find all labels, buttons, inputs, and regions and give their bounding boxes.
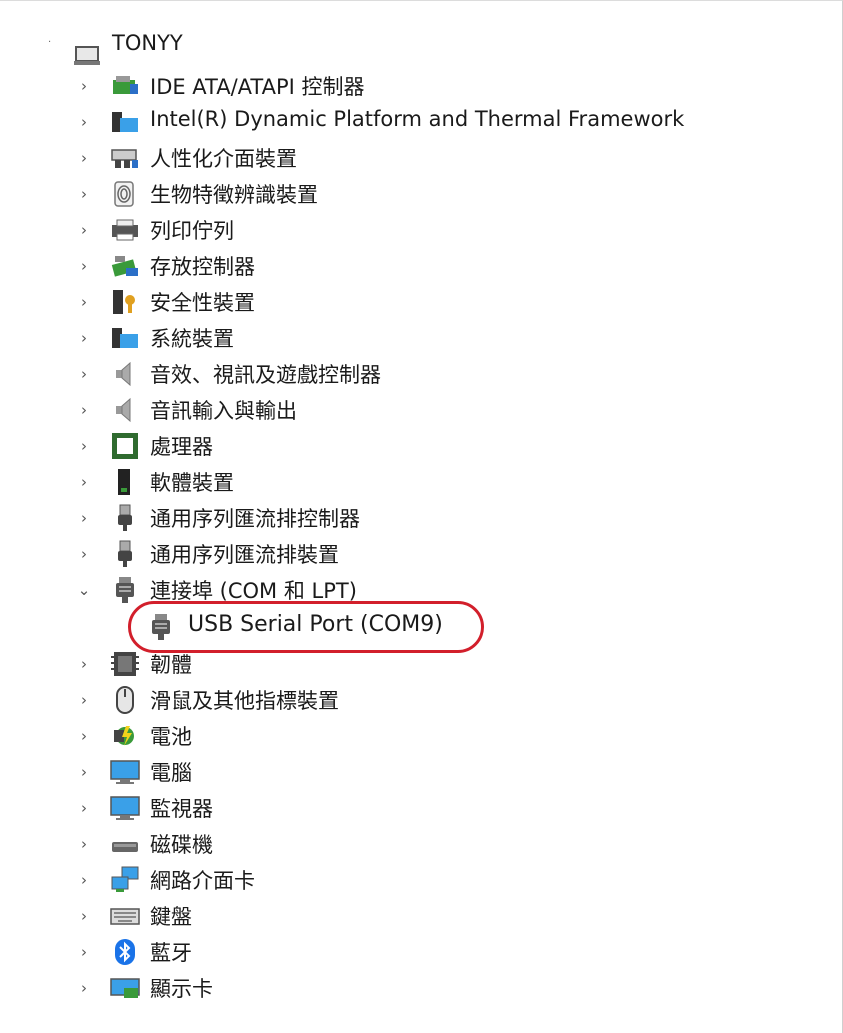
expand-chevron-icon[interactable]: › <box>74 256 94 276</box>
system-folder-icon <box>110 324 140 352</box>
port-connector-icon <box>146 613 176 641</box>
display-adapter-icon <box>110 974 140 1002</box>
tree-item-label: 韌體 <box>150 653 192 677</box>
tree-item-label: IDE ATA/ATAPI 控制器 <box>150 75 365 99</box>
ide-controller-icon <box>110 72 140 100</box>
expand-chevron-icon[interactable]: › <box>74 834 94 854</box>
tree-item-label: 系統裝置 <box>150 327 234 351</box>
expand-chevron-icon[interactable]: › <box>74 436 94 456</box>
expand-chevron-icon[interactable]: › <box>74 292 94 312</box>
hid-device-icon <box>110 144 140 172</box>
tree-item-label: 監視器 <box>150 797 213 821</box>
tree-root-label: TONYY <box>112 31 183 55</box>
expand-chevron-icon[interactable]: › <box>74 364 94 384</box>
tree-item-label: 鍵盤 <box>150 905 192 929</box>
expand-chevron-icon[interactable]: › <box>74 978 94 998</box>
expand-chevron-icon[interactable]: › <box>74 220 94 240</box>
fingerprint-icon <box>110 180 140 208</box>
expand-chevron-icon[interactable]: › <box>74 762 94 782</box>
tree-item-label: 藍牙 <box>150 941 192 965</box>
monitor-icon <box>110 794 140 822</box>
tree-item-label: 網路介面卡 <box>150 869 255 893</box>
expand-chevron-icon[interactable]: › <box>74 328 94 348</box>
storage-controller-icon <box>110 252 140 280</box>
monitor-icon <box>110 758 140 786</box>
tree-item-label: 安全性裝置 <box>150 291 255 315</box>
expand-chevron-icon[interactable]: › <box>74 400 94 420</box>
tree-item-label: 生物特徵辨識裝置 <box>150 183 318 207</box>
tree-item-label: 通用序列匯流排裝置 <box>150 543 339 567</box>
expand-chevron-icon[interactable]: › <box>74 472 94 492</box>
device-manager-window: · TONYY › IDE ATA/ATAPI 控制器 › Intel(R) D… <box>0 0 843 1033</box>
expand-chevron-icon[interactable]: › <box>74 906 94 926</box>
tree-item-label: 人性化介面裝置 <box>150 147 297 171</box>
expand-chevron-icon[interactable]: › <box>74 690 94 710</box>
tree-item-label: 顯示卡 <box>150 977 213 1001</box>
tree-item-label: 存放控制器 <box>150 255 255 279</box>
disk-drive-icon <box>110 830 140 858</box>
network-adapter-icon <box>110 866 140 894</box>
expand-chevron-icon[interactable]: › <box>74 112 94 132</box>
tree-item-label: 通用序列匯流排控制器 <box>150 507 360 531</box>
expand-chevron-icon[interactable]: › <box>74 544 94 564</box>
speaker-icon <box>110 396 140 424</box>
expand-chevron-icon[interactable]: › <box>74 870 94 890</box>
security-device-icon <box>110 288 140 316</box>
root-dot: · <box>48 37 52 48</box>
device-tree: · TONYY › IDE ATA/ATAPI 控制器 › Intel(R) D… <box>0 1 842 1033</box>
software-device-icon <box>110 468 140 496</box>
tree-item-label: 軟體裝置 <box>150 471 234 495</box>
mouse-icon <box>110 686 140 714</box>
bluetooth-icon <box>110 938 140 966</box>
usb-plug-icon <box>110 540 140 568</box>
printer-icon <box>110 216 140 244</box>
expand-chevron-icon[interactable]: › <box>74 726 94 746</box>
tree-item-label: 音效、視訊及遊戲控制器 <box>150 363 381 387</box>
keyboard-icon <box>110 902 140 930</box>
expand-chevron-icon[interactable]: › <box>74 76 94 96</box>
computer-icon <box>72 41 102 69</box>
tree-item-label: 電池 <box>150 725 192 749</box>
tree-item-label: 處理器 <box>150 435 213 459</box>
expand-chevron-icon[interactable]: › <box>74 654 94 674</box>
expand-chevron-icon[interactable]: › <box>74 942 94 962</box>
expand-chevron-icon[interactable]: › <box>74 508 94 528</box>
tree-item-label: USB Serial Port (COM9) <box>188 612 443 637</box>
tree-item-label: Intel(R) Dynamic Platform and Thermal Fr… <box>150 107 685 131</box>
tree-item-label: 電腦 <box>150 761 192 785</box>
battery-icon <box>110 722 140 750</box>
tree-item-label: 列印佇列 <box>150 219 234 243</box>
system-folder-icon <box>110 108 140 136</box>
collapse-chevron-icon[interactable]: ⌄ <box>74 580 94 600</box>
tree-item-label: 磁碟機 <box>150 833 213 857</box>
tree-item-label: 滑鼠及其他指標裝置 <box>150 689 339 713</box>
port-connector-icon <box>110 576 140 604</box>
processor-icon <box>110 432 140 460</box>
usb-plug-icon <box>110 504 140 532</box>
tree-item-label: 連接埠 (COM 和 LPT) <box>150 579 357 603</box>
speaker-icon <box>110 360 140 388</box>
firmware-chip-icon <box>110 650 140 678</box>
tree-item-label: 音訊輸入與輸出 <box>150 399 297 423</box>
expand-chevron-icon[interactable]: › <box>74 184 94 204</box>
expand-chevron-icon[interactable]: › <box>74 148 94 168</box>
expand-chevron-icon[interactable]: › <box>74 798 94 818</box>
